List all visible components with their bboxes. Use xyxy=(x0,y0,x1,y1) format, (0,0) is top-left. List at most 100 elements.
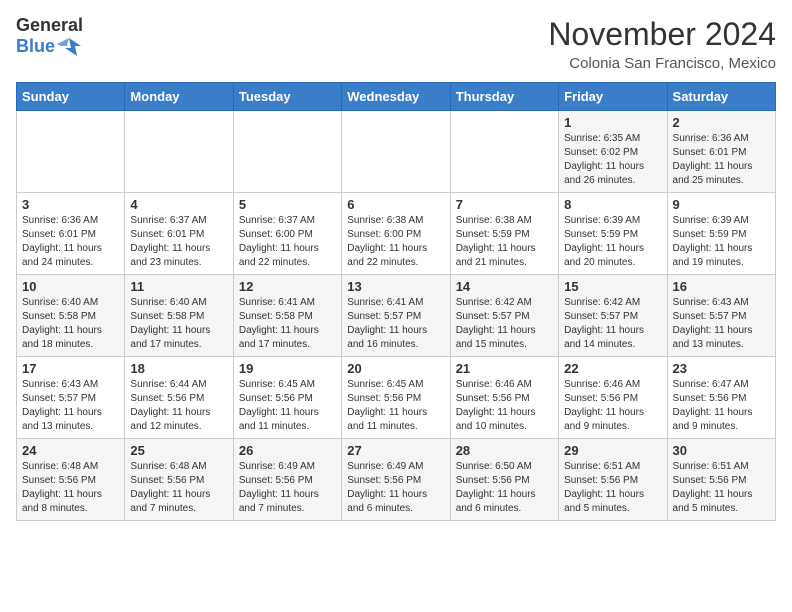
calendar-cell: 7 Sunrise: 6:38 AM Sunset: 5:59 PM Daylig… xyxy=(450,193,558,275)
calendar-cell: 11Sunrise: 6:40 AM Sunset: 5:58 PM Dayli… xyxy=(125,275,233,357)
calendar-cell xyxy=(450,111,558,193)
day-info: Sunrise: 6:47 AM Sunset: 5:56 PM Dayligh… xyxy=(673,378,770,434)
calendar-cell: 27 Sunrise: 6:49 AM Sunset: 5:56 PM Dayli… xyxy=(342,439,450,521)
day-header-sunday: Sunday xyxy=(17,83,125,111)
day-info: Sunrise: 6:49 AM Sunset: 5:56 PM Dayligh… xyxy=(347,460,444,516)
day-header-friday: Friday xyxy=(559,83,667,111)
calendar-cell: 28 Sunrise: 6:50 AM Sunset: 5:56 PM Dayli… xyxy=(450,439,558,521)
day-info: Sunrise: 6:41 AM Sunset: 5:57 PM Dayligh… xyxy=(347,296,444,352)
calendar-cell: 29 Sunrise: 6:51 AM Sunset: 5:56 PM Dayli… xyxy=(559,439,667,521)
calendar-header-row: SundayMondayTuesdayWednesdayThursdayFrid… xyxy=(17,83,776,111)
day-info: Sunrise: 6:48 AM Sunset: 5:56 PM Dayligh… xyxy=(22,460,119,516)
day-info: Sunrise: 6:40 AM Sunset: 5:58 PM Dayligh… xyxy=(22,296,119,352)
day-number: 8 xyxy=(564,197,661,212)
calendar-cell: 14 Sunrise: 6:42 AM Sunset: 5:57 PM Dayli… xyxy=(450,275,558,357)
day-number: 16 xyxy=(673,279,770,294)
day-number: 27 xyxy=(347,443,444,458)
day-info: Sunrise: 6:43 AM Sunset: 5:57 PM Dayligh… xyxy=(673,296,770,352)
logo: General Blue xyxy=(16,16,83,58)
calendar-cell: 30Sunrise: 6:51 AM Sunset: 5:56 PM Dayli… xyxy=(667,439,775,521)
calendar-week-row: 17 Sunrise: 6:43 AM Sunset: 5:57 PM Dayli… xyxy=(17,357,776,439)
calendar-cell: 6 Sunrise: 6:38 AM Sunset: 6:00 PM Daylig… xyxy=(342,193,450,275)
day-info: Sunrise: 6:50 AM Sunset: 5:56 PM Dayligh… xyxy=(456,460,553,516)
day-info: Sunrise: 6:45 AM Sunset: 5:56 PM Dayligh… xyxy=(239,378,336,434)
day-info: Sunrise: 6:41 AM Sunset: 5:58 PM Dayligh… xyxy=(239,296,336,352)
day-info: Sunrise: 6:37 AM Sunset: 6:00 PM Dayligh… xyxy=(239,214,336,270)
day-number: 14 xyxy=(456,279,553,294)
day-info: Sunrise: 6:42 AM Sunset: 5:57 PM Dayligh… xyxy=(456,296,553,352)
day-number: 22 xyxy=(564,361,661,376)
day-info: Sunrise: 6:46 AM Sunset: 5:56 PM Dayligh… xyxy=(456,378,553,434)
main-title: November 2024 xyxy=(548,16,776,53)
day-number: 20 xyxy=(347,361,444,376)
calendar-cell: 2 Sunrise: 6:36 AM Sunset: 6:01 PM Daylig… xyxy=(667,111,775,193)
day-number: 3 xyxy=(22,197,119,212)
day-number: 15 xyxy=(564,279,661,294)
day-info: Sunrise: 6:46 AM Sunset: 5:56 PM Dayligh… xyxy=(564,378,661,434)
day-number: 18 xyxy=(130,361,227,376)
day-info: Sunrise: 6:37 AM Sunset: 6:01 PM Dayligh… xyxy=(130,214,227,270)
calendar-week-row: 1 Sunrise: 6:35 AM Sunset: 6:02 PM Daylig… xyxy=(17,111,776,193)
day-number: 11 xyxy=(130,279,227,294)
calendar-cell: 8Sunrise: 6:39 AM Sunset: 5:59 PM Daylig… xyxy=(559,193,667,275)
day-number: 4 xyxy=(130,197,227,212)
day-info: Sunrise: 6:48 AM Sunset: 5:56 PM Dayligh… xyxy=(130,460,227,516)
calendar-cell: 4 Sunrise: 6:37 AM Sunset: 6:01 PM Daylig… xyxy=(125,193,233,275)
day-number: 29 xyxy=(564,443,661,458)
day-header-tuesday: Tuesday xyxy=(233,83,341,111)
calendar-cell: 25 Sunrise: 6:48 AM Sunset: 5:56 PM Dayli… xyxy=(125,439,233,521)
day-info: Sunrise: 6:38 AM Sunset: 5:59 PM Dayligh… xyxy=(456,214,553,270)
calendar-cell xyxy=(342,111,450,193)
calendar-cell: 13 Sunrise: 6:41 AM Sunset: 5:57 PM Dayli… xyxy=(342,275,450,357)
day-number: 24 xyxy=(22,443,119,458)
day-number: 10 xyxy=(22,279,119,294)
day-info: Sunrise: 6:49 AM Sunset: 5:56 PM Dayligh… xyxy=(239,460,336,516)
day-number: 6 xyxy=(347,197,444,212)
day-header-wednesday: Wednesday xyxy=(342,83,450,111)
day-number: 9 xyxy=(673,197,770,212)
day-info: Sunrise: 6:39 AM Sunset: 5:59 PM Dayligh… xyxy=(673,214,770,270)
day-info: Sunrise: 6:36 AM Sunset: 6:01 PM Dayligh… xyxy=(22,214,119,270)
calendar-cell: 23Sunrise: 6:47 AM Sunset: 5:56 PM Dayli… xyxy=(667,357,775,439)
day-number: 12 xyxy=(239,279,336,294)
day-number: 25 xyxy=(130,443,227,458)
calendar-cell: 18Sunrise: 6:44 AM Sunset: 5:56 PM Dayli… xyxy=(125,357,233,439)
day-info: Sunrise: 6:38 AM Sunset: 6:00 PM Dayligh… xyxy=(347,214,444,270)
calendar-cell: 3 Sunrise: 6:36 AM Sunset: 6:01 PM Daylig… xyxy=(17,193,125,275)
day-header-monday: Monday xyxy=(125,83,233,111)
calendar-cell: 22 Sunrise: 6:46 AM Sunset: 5:56 PM Dayli… xyxy=(559,357,667,439)
day-info: Sunrise: 6:36 AM Sunset: 6:01 PM Dayligh… xyxy=(673,132,770,188)
day-number: 2 xyxy=(673,115,770,130)
calendar-table: SundayMondayTuesdayWednesdayThursdayFrid… xyxy=(16,82,776,521)
calendar-week-row: 10 Sunrise: 6:40 AM Sunset: 5:58 PM Dayli… xyxy=(17,275,776,357)
day-number: 26 xyxy=(239,443,336,458)
day-number: 5 xyxy=(239,197,336,212)
calendar-cell: 5 Sunrise: 6:37 AM Sunset: 6:00 PM Daylig… xyxy=(233,193,341,275)
day-number: 28 xyxy=(456,443,553,458)
calendar-cell xyxy=(17,111,125,193)
calendar-cell: 19 Sunrise: 6:45 AM Sunset: 5:56 PM Dayli… xyxy=(233,357,341,439)
day-number: 1 xyxy=(564,115,661,130)
subtitle: Colonia San Francisco, Mexico xyxy=(548,55,776,72)
calendar-cell xyxy=(125,111,233,193)
logo-blue: Blue xyxy=(16,37,55,57)
day-number: 30 xyxy=(673,443,770,458)
calendar-cell: 24 Sunrise: 6:48 AM Sunset: 5:56 PM Dayli… xyxy=(17,439,125,521)
calendar-cell: 26 Sunrise: 6:49 AM Sunset: 5:56 PM Dayli… xyxy=(233,439,341,521)
calendar-cell: 1 Sunrise: 6:35 AM Sunset: 6:02 PM Daylig… xyxy=(559,111,667,193)
day-number: 17 xyxy=(22,361,119,376)
day-number: 13 xyxy=(347,279,444,294)
calendar-cell: 20 Sunrise: 6:45 AM Sunset: 5:56 PM Dayli… xyxy=(342,357,450,439)
calendar-cell: 10 Sunrise: 6:40 AM Sunset: 5:58 PM Dayli… xyxy=(17,275,125,357)
day-number: 7 xyxy=(456,197,553,212)
day-info: Sunrise: 6:35 AM Sunset: 6:02 PM Dayligh… xyxy=(564,132,661,188)
logo-general: General xyxy=(16,16,83,36)
calendar-week-row: 3 Sunrise: 6:36 AM Sunset: 6:01 PM Daylig… xyxy=(17,193,776,275)
title-block: November 2024 Colonia San Francisco, Mex… xyxy=(548,16,776,72)
day-header-saturday: Saturday xyxy=(667,83,775,111)
day-header-thursday: Thursday xyxy=(450,83,558,111)
day-info: Sunrise: 6:43 AM Sunset: 5:57 PM Dayligh… xyxy=(22,378,119,434)
day-info: Sunrise: 6:51 AM Sunset: 5:56 PM Dayligh… xyxy=(564,460,661,516)
day-number: 19 xyxy=(239,361,336,376)
day-info: Sunrise: 6:45 AM Sunset: 5:56 PM Dayligh… xyxy=(347,378,444,434)
